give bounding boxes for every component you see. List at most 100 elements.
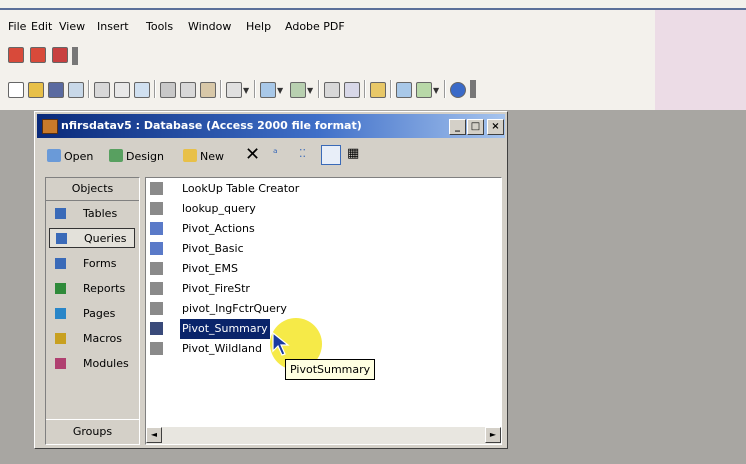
restore-button[interactable]: □ [467, 119, 484, 135]
toolbar-separator [444, 80, 446, 98]
cut-icon[interactable] [160, 82, 176, 98]
menu-file[interactable]: File [8, 20, 26, 33]
spelling-icon[interactable] [134, 82, 150, 98]
objects-item-label: Macros [83, 332, 123, 345]
toolbar-separator [254, 80, 256, 98]
undo-icon[interactable] [226, 82, 242, 98]
open-icon [47, 149, 61, 162]
toolbar-grip[interactable] [72, 47, 78, 65]
query-name: pivot_IngFctrQuery [182, 302, 287, 315]
table-icon [55, 208, 66, 219]
print-preview-icon[interactable] [114, 82, 130, 98]
toolbar-separator [220, 80, 222, 98]
action-query-icon [150, 322, 163, 335]
design-icon [109, 149, 123, 162]
objects-item-queries[interactable]: Queries [49, 228, 135, 248]
large-icons-icon[interactable]: ᵃ [273, 146, 278, 160]
select-query-icon [150, 242, 163, 255]
objects-item-reports[interactable]: Reports [49, 279, 135, 299]
toolbar-separator [318, 80, 320, 98]
objects-item-label: Reports [83, 282, 126, 295]
open-icon[interactable] [28, 82, 44, 98]
page-icon [55, 308, 66, 319]
query-name: lookup_query [182, 202, 256, 215]
objects-item-modules[interactable]: Modules [49, 354, 135, 374]
query-name: Pivot_EMS [182, 262, 238, 275]
action-query-icon [150, 182, 163, 195]
convert-and-email-icon[interactable] [30, 47, 46, 63]
toolbar-separator [88, 80, 90, 98]
office-links-icon[interactable] [260, 82, 276, 98]
horizontal-scrollbar[interactable]: ◄ ► [146, 427, 501, 444]
scroll-left-icon[interactable]: ◄ [146, 427, 162, 443]
analyze-dropdown-icon[interactable]: ▼ [307, 86, 313, 95]
database-window: nfirsdatav5 : Database (Access 2000 file… [34, 111, 508, 449]
mouse-pointer-icon [272, 332, 290, 356]
new-label: New [200, 150, 224, 163]
new-icon[interactable] [8, 82, 24, 98]
office-links-dropdown-icon[interactable]: ▼ [277, 86, 283, 95]
objects-item-macros[interactable]: Macros [49, 329, 135, 349]
window-title-bar[interactable]: nfirsdatav5 : Database (Access 2000 file… [37, 114, 505, 138]
list-view-icon[interactable] [321, 145, 341, 165]
menu-insert[interactable]: Insert [97, 20, 129, 33]
database-window-toolbar: Open Design New ✕ ᵃ ⁚⁚ ▦ [37, 140, 505, 172]
menu-tools[interactable]: Tools [146, 20, 173, 33]
database-toolbar: ▼ ▼ ▼ ▼ [0, 68, 655, 110]
query-icon [56, 233, 67, 244]
objects-header[interactable]: Objects [46, 178, 139, 201]
undo-dropdown-icon[interactable]: ▼ [243, 86, 249, 95]
file-search-icon[interactable] [68, 82, 84, 98]
macro-icon [55, 333, 66, 344]
report-icon [55, 283, 66, 294]
objects-item-label: Forms [83, 257, 117, 270]
tooltip: PivotSummary [285, 359, 376, 380]
relationships-icon[interactable] [396, 82, 412, 98]
menu-window[interactable]: Window [188, 20, 231, 33]
objects-item-label: Modules [83, 357, 129, 370]
window-title: nfirsdatav5 : Database (Access 2000 file… [61, 119, 362, 132]
select-query-icon [150, 222, 163, 235]
menu-adobe-pdf[interactable]: Adobe PDF [285, 20, 345, 33]
close-button[interactable]: × [487, 119, 504, 135]
review-pdf-icon[interactable] [52, 47, 68, 63]
convert-to-pdf-icon[interactable] [8, 47, 24, 63]
new-object-dropdown-icon[interactable]: ▼ [433, 86, 439, 95]
objects-item-forms[interactable]: Forms [49, 254, 135, 274]
details-view-icon[interactable]: ▦ [347, 146, 359, 161]
paste-icon[interactable] [200, 82, 216, 98]
design-button[interactable]: Design [109, 149, 164, 163]
toolbar-grip[interactable] [470, 80, 476, 98]
new-object-icon[interactable] [416, 82, 432, 98]
save-icon[interactable] [48, 82, 64, 98]
module-icon [55, 358, 66, 369]
menu-view[interactable]: View [59, 20, 85, 33]
toolbar-separator [390, 80, 392, 98]
query-list: LookUp Table Creator lookup_query Pivot_… [145, 177, 502, 445]
properties-icon[interactable] [370, 82, 386, 98]
background-panel [655, 10, 746, 110]
database-icon [42, 119, 58, 134]
action-query-icon [150, 262, 163, 275]
delete-icon[interactable]: ✕ [245, 144, 260, 165]
print-icon[interactable] [94, 82, 110, 98]
menu-bar: File Edit View Insert Tools Window Help … [0, 10, 746, 40]
query-name: Pivot_FireStr [182, 282, 250, 295]
help-icon[interactable] [450, 82, 466, 98]
new-object-icon [183, 149, 197, 162]
new-button[interactable]: New [183, 149, 224, 163]
scroll-right-icon[interactable]: ► [485, 427, 501, 443]
form-icon [55, 258, 66, 269]
small-icons-icon[interactable]: ⁚⁚ [299, 147, 306, 160]
objects-item-tables[interactable]: Tables [49, 204, 135, 224]
script-editor-icon[interactable] [344, 82, 360, 98]
code-icon[interactable] [324, 82, 340, 98]
objects-item-pages[interactable]: Pages [49, 304, 135, 324]
groups-button[interactable]: Groups [46, 419, 139, 444]
open-button[interactable]: Open [47, 149, 93, 163]
menu-edit[interactable]: Edit [31, 20, 52, 33]
minimize-button[interactable]: _ [449, 119, 466, 135]
analyze-icon[interactable] [290, 82, 306, 98]
menu-help[interactable]: Help [246, 20, 271, 33]
copy-icon[interactable] [180, 82, 196, 98]
